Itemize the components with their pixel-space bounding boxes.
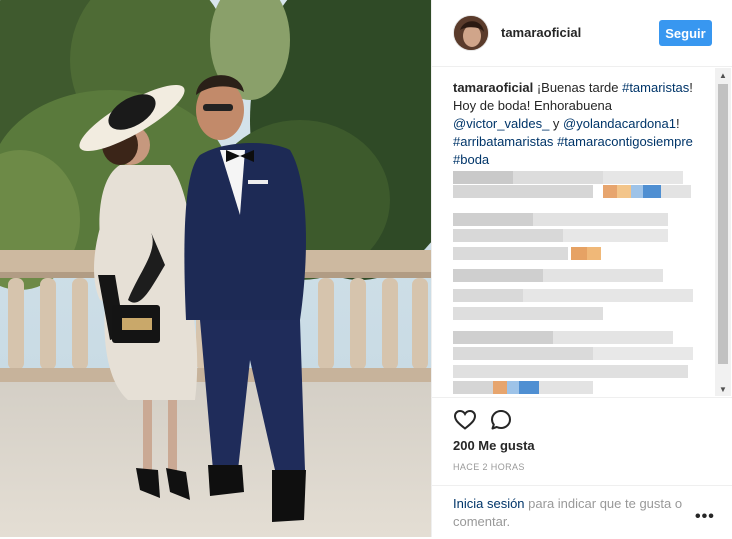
more-options-icon[interactable]: •••	[695, 508, 715, 526]
follow-button[interactable]: Seguir	[659, 20, 712, 46]
pixelated-comment	[453, 307, 603, 320]
caption-username[interactable]: tamaraoficial	[453, 80, 533, 95]
post-timestamp: HACE 2 HORAS	[453, 462, 525, 472]
caption-mention[interactable]: @victor_valdes_	[453, 116, 549, 131]
pixelated-comment	[453, 331, 673, 344]
header-username[interactable]: tamaraoficial	[501, 25, 581, 40]
caption-text: !	[675, 116, 680, 131]
pixelated-comment	[453, 213, 668, 226]
comments-scrollbar[interactable]: ▲ ▼	[715, 68, 731, 396]
pixelated-comment	[453, 171, 683, 184]
post-actions: 200 Me gusta HACE 2 HORAS Inicia sesión …	[432, 397, 732, 538]
caption-text: y	[549, 116, 564, 131]
post-photo[interactable]	[0, 0, 431, 537]
comments-area: tamaraoficial ¡Buenas tarde #tamaristas!…	[432, 67, 732, 397]
avatar[interactable]	[453, 15, 489, 51]
caption-hashtag[interactable]: #boda	[453, 152, 489, 167]
pixelated-comment	[453, 185, 693, 198]
scroll-down-arrow-icon[interactable]: ▼	[715, 382, 731, 396]
wedding-couple-photo	[0, 0, 431, 537]
scrollbar-thumb[interactable]	[718, 84, 728, 364]
pixelated-comment	[453, 247, 608, 260]
post-caption: tamaraoficial ¡Buenas tarde #tamaristas!…	[453, 79, 711, 169]
pixelated-comment	[453, 269, 663, 282]
caption-hashtag[interactable]: #tamaracontigosiempre	[557, 134, 693, 149]
comment-bubble-icon[interactable]	[489, 408, 513, 432]
pixelated-comment	[453, 365, 688, 378]
pixelated-comment	[453, 381, 593, 394]
caption-mention[interactable]: @yolandacardona1	[563, 116, 676, 131]
pixelated-comment	[453, 229, 668, 242]
avatar-image	[454, 16, 488, 50]
post-header: tamaraoficial Seguir	[432, 0, 732, 67]
caption-hashtag[interactable]: #tamaristas	[622, 80, 689, 95]
scroll-up-arrow-icon[interactable]: ▲	[715, 68, 731, 82]
pixelated-comment	[453, 289, 693, 302]
caption-hashtag[interactable]: #arribatamaristas	[453, 134, 553, 149]
login-link[interactable]: Inicia sesión	[453, 496, 525, 511]
login-prompt-text: Inicia sesión para indicar que te gusta …	[453, 495, 693, 531]
post-side-panel: tamaraoficial Seguir tamaraoficial ¡Buen…	[431, 0, 732, 537]
caption-text: ¡Buenas tarde	[533, 80, 623, 95]
heart-outline-icon[interactable]	[453, 408, 477, 432]
pixelated-comment	[453, 347, 693, 360]
login-prompt: Inicia sesión para indicar que te gusta …	[432, 485, 732, 539]
likes-count[interactable]: 200 Me gusta	[453, 438, 535, 453]
